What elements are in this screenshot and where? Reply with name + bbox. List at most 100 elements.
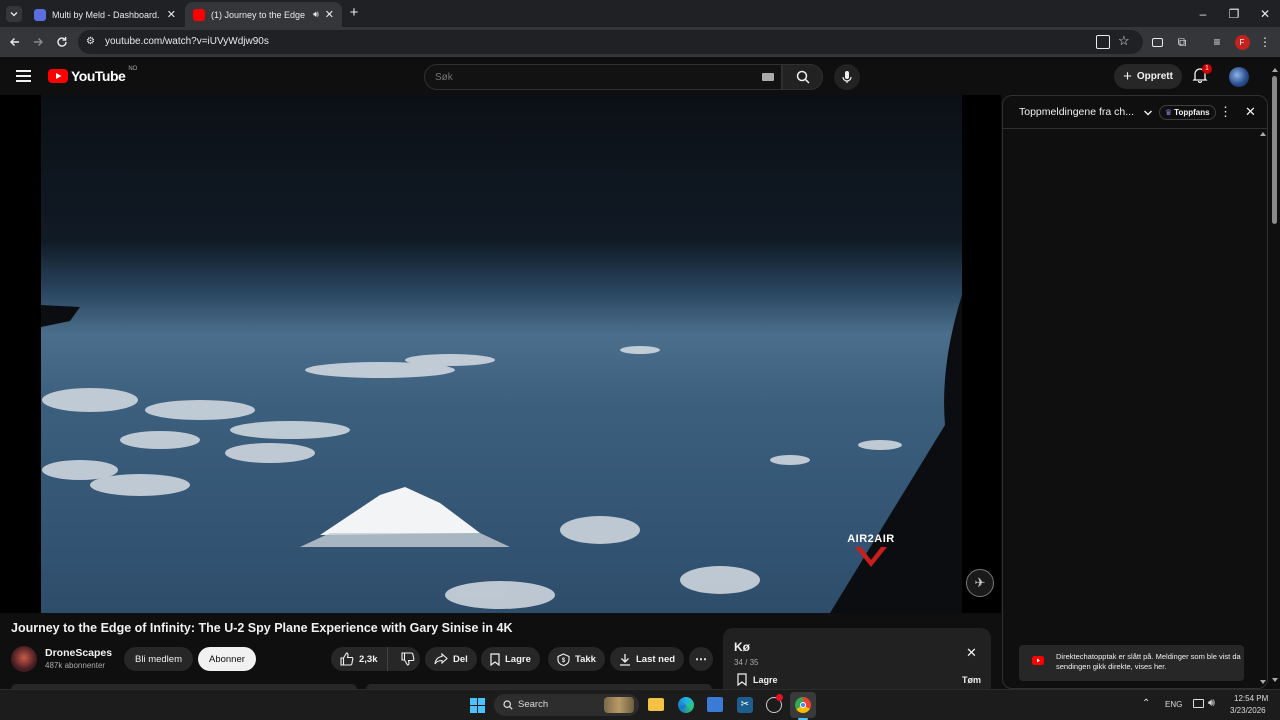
create-button[interactable]: + Opprett bbox=[1114, 64, 1182, 89]
scrollbar-down-arrow[interactable] bbox=[1272, 678, 1278, 682]
tab-groups-icon[interactable] bbox=[1148, 33, 1166, 51]
edge-browser-icon[interactable] bbox=[678, 697, 694, 713]
clock-time[interactable]: 12:54 PM bbox=[1234, 694, 1268, 703]
chat-notice: Direktechatopptak er slått på. Meldinger… bbox=[1019, 645, 1244, 681]
close-queue-icon[interactable]: ✕ bbox=[966, 645, 977, 661]
download-icon bbox=[620, 653, 630, 666]
youtube-wordmark: YouTube bbox=[71, 68, 126, 84]
plus-icon: + bbox=[1123, 68, 1132, 85]
queue-panel: Kø 34 / 35 ✕ Lagre Tøm bbox=[723, 628, 991, 690]
scrollbar-up-arrow[interactable] bbox=[1272, 68, 1278, 72]
restore-button[interactable]: ❐ bbox=[1219, 4, 1249, 24]
watermark-text: AIR2AIR bbox=[847, 533, 895, 545]
scrollbar-thumb[interactable] bbox=[1272, 76, 1277, 224]
thumbs-up-icon bbox=[340, 652, 354, 666]
download-label: Last ned bbox=[636, 653, 676, 665]
browser-tab-strip: Multi by Meld - Dashboard. ✕ (1) Journey… bbox=[0, 0, 1280, 27]
meld-favicon-icon bbox=[34, 8, 46, 21]
reload-icon[interactable] bbox=[53, 33, 71, 51]
tab-search-button[interactable] bbox=[6, 6, 22, 22]
channel-name[interactable]: DroneScapes bbox=[45, 647, 112, 659]
address-bar[interactable]: ⚙︎ youtube.com/watch?v=iUVyWdjw90s ☆ bbox=[78, 30, 1143, 54]
search-box[interactable] bbox=[424, 64, 782, 90]
search-button[interactable] bbox=[782, 64, 823, 90]
bookmark-star-icon[interactable]: ☆ bbox=[1118, 33, 1130, 49]
close-chat-icon[interactable]: ✕ bbox=[1245, 104, 1256, 120]
close-tab-icon[interactable]: ✕ bbox=[325, 8, 334, 21]
bookmark-icon bbox=[490, 652, 500, 666]
new-tab-button[interactable]: + bbox=[346, 5, 362, 21]
youtube-notice-icon bbox=[1032, 656, 1044, 665]
extensions-icon[interactable]: ⧉ bbox=[1173, 33, 1191, 51]
file-explorer-icon[interactable] bbox=[648, 698, 664, 711]
queue-position: 34 / 35 bbox=[734, 658, 759, 667]
hamburger-menu-icon[interactable] bbox=[16, 70, 31, 82]
chevron-down-icon[interactable] bbox=[1143, 108, 1153, 118]
close-tab-icon[interactable]: ✕ bbox=[167, 8, 176, 21]
profile-avatar[interactable]: F bbox=[1233, 33, 1251, 51]
dislike-button[interactable] bbox=[393, 647, 423, 671]
tab-meld-dashboard[interactable]: Multi by Meld - Dashboard. ✕ bbox=[26, 2, 184, 27]
start-windows-icon[interactable] bbox=[470, 698, 485, 713]
top-fans-label: Toppfans bbox=[1174, 108, 1210, 117]
channel-avatar[interactable] bbox=[11, 646, 37, 672]
chat-scroll-down-icon[interactable] bbox=[1260, 680, 1266, 684]
share-label: Del bbox=[453, 653, 468, 665]
close-window-button[interactable]: ✕ bbox=[1250, 4, 1280, 24]
subscribe-button[interactable]: Abonner bbox=[198, 647, 256, 671]
store-app-icon[interactable] bbox=[707, 697, 723, 712]
app-alert-badge bbox=[776, 694, 783, 701]
video-player[interactable]: AIR2AIR ✈︎ bbox=[0, 95, 1001, 613]
back-icon[interactable] bbox=[6, 33, 24, 51]
minimize-button[interactable]: – bbox=[1188, 4, 1218, 24]
queue-save-button[interactable]: Lagre bbox=[737, 673, 778, 686]
notifications-button[interactable]: 1 bbox=[1192, 64, 1212, 85]
clock-date[interactable]: 3/23/2026 bbox=[1230, 706, 1266, 715]
live-chat-panel: Toppmeldingene fra ch... ♛ Toppfans ⋮ ✕ … bbox=[1002, 95, 1268, 689]
top-fans-badge[interactable]: ♛ Toppfans bbox=[1159, 105, 1216, 120]
share-button[interactable]: Del bbox=[425, 647, 477, 671]
snipping-tool-icon[interactable]: ✂︎ bbox=[737, 697, 753, 713]
install-app-icon[interactable] bbox=[1096, 35, 1110, 49]
watermark-v-logo bbox=[855, 547, 887, 567]
antivirus-app-icon[interactable] bbox=[766, 694, 783, 713]
tab-youtube-video[interactable]: (1) Journey to the Edge of I 🔊︎ ✕ bbox=[185, 2, 342, 27]
keyboard-icon[interactable] bbox=[762, 73, 774, 81]
volume-icon[interactable]: 🔊︎ bbox=[1208, 697, 1215, 710]
chrome-app-icon[interactable] bbox=[790, 692, 816, 718]
search-icon bbox=[796, 70, 810, 84]
search-icon bbox=[503, 700, 513, 710]
thanks-button[interactable]: $ Takk bbox=[548, 647, 605, 671]
taskbar-search-box[interactable]: Search bbox=[494, 694, 639, 716]
join-button[interactable]: Bli medlem bbox=[124, 647, 193, 671]
network-icon[interactable] bbox=[1193, 699, 1204, 708]
show-hidden-icons-icon[interactable]: ⌃ bbox=[1142, 698, 1150, 709]
microphone-icon bbox=[842, 71, 852, 83]
more-actions-button[interactable]: ⋯ bbox=[689, 647, 713, 671]
channel-watermark-icon[interactable]: ✈︎ bbox=[966, 569, 994, 597]
queue-title: Kø bbox=[734, 640, 750, 654]
language-indicator[interactable]: ENG bbox=[1165, 700, 1182, 709]
youtube-play-icon bbox=[48, 69, 68, 83]
voice-search-button[interactable] bbox=[834, 64, 860, 90]
save-button[interactable]: Lagre bbox=[481, 647, 540, 671]
download-button[interactable]: Last ned bbox=[610, 647, 685, 671]
like-button[interactable]: 2,3k bbox=[331, 647, 388, 671]
reading-list-icon[interactable]: ≡ bbox=[1208, 33, 1226, 51]
forward-icon[interactable] bbox=[29, 33, 47, 51]
queue-clear-button[interactable]: Tøm bbox=[962, 675, 981, 685]
more-horizontal-icon: ⋯ bbox=[695, 652, 707, 666]
chat-scroll-up-icon[interactable] bbox=[1260, 132, 1266, 136]
tab-title: Multi by Meld - Dashboard. bbox=[52, 9, 160, 20]
chevron-down-icon bbox=[10, 12, 18, 17]
chat-title[interactable]: Toppmeldingene fra ch... bbox=[1019, 106, 1134, 118]
menu-kebab-icon[interactable]: ⋮ bbox=[1256, 33, 1274, 51]
chat-menu-icon[interactable]: ⋮ bbox=[1219, 104, 1232, 120]
youtube-logo[interactable]: YouTube NO bbox=[48, 66, 137, 84]
speaker-icon[interactable]: 🔊︎ bbox=[313, 9, 319, 20]
search-highlight-image bbox=[604, 697, 634, 713]
site-info-icon[interactable]: ⚙︎ bbox=[86, 36, 98, 48]
page-scrollbar[interactable] bbox=[1269, 60, 1280, 689]
search-input[interactable] bbox=[435, 69, 745, 85]
account-avatar[interactable] bbox=[1229, 67, 1249, 87]
